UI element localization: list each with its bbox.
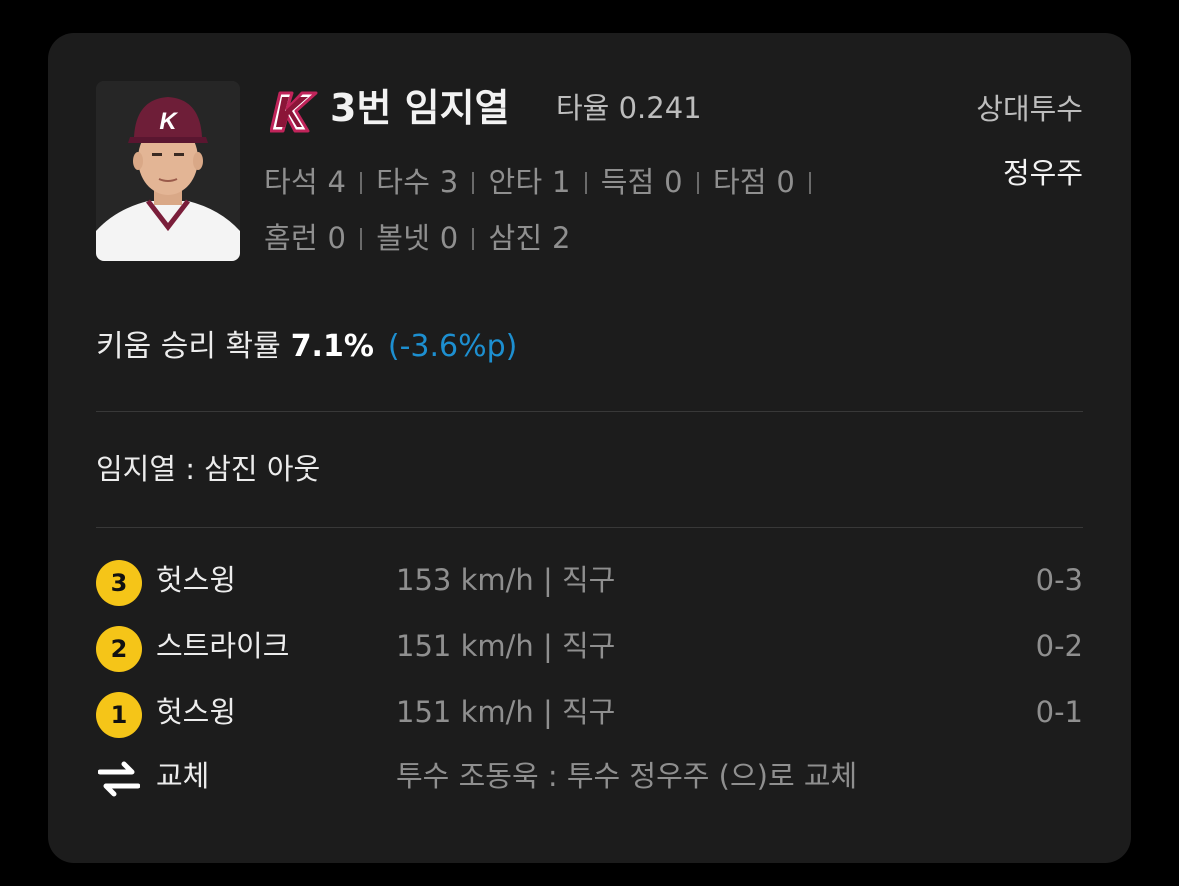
pitch-speed-type: 151 km/h | 직구 [396, 629, 616, 663]
pitch-count: 0-1 [1035, 695, 1083, 729]
pitch-result: 헛스윙 [156, 563, 237, 597]
swap-arrows-icon [98, 761, 140, 797]
pitch-count: 0-2 [1035, 629, 1083, 663]
pitch-speed-type: 153 km/h | 직구 [396, 563, 616, 597]
divider [96, 527, 1083, 528]
substitution-label: 교체 [156, 759, 210, 793]
at-bat-card: K 3번 임지열 타율 0.241 타석 4 타수 3 안타 1 득점 0 타점 0 홈… [48, 33, 1131, 863]
stat-walks: 볼넷 0 [376, 221, 459, 255]
pitch-result: 스트라이크 [156, 629, 290, 663]
pitch-number-badge: 1 [96, 692, 142, 738]
stats-line-1: 타석 4 타수 3 안타 1 득점 0 타점 0 [264, 154, 944, 210]
stat-at-bats: 타수 3 [376, 165, 459, 199]
win-probability-label: 키움 승리 확률 [96, 329, 281, 364]
pitch-row: 1 헛스윙 151 km/h | 직구 0-1 [96, 687, 1083, 738]
player-stats: 타석 4 타수 3 안타 1 득점 0 타점 0 홈런 0 볼넷 0 삼진 2 [264, 154, 944, 266]
stat-separator [584, 172, 587, 194]
svg-text:K: K [159, 108, 178, 135]
pitch-count: 0-3 [1035, 563, 1083, 597]
win-probability: 키움 승리 확률 7.1% (-3.6%p) [96, 326, 517, 368]
stat-separator [696, 172, 699, 194]
stat-strikeouts: 삼진 2 [488, 221, 571, 255]
pitch-number-badge: 2 [96, 626, 142, 672]
player-name: 3번 임지열 [330, 86, 510, 130]
divider [96, 411, 1083, 412]
win-probability-delta: (-3.6%p) [387, 329, 518, 364]
pitch-result: 헛스윙 [156, 695, 237, 729]
stat-separator [809, 172, 812, 194]
stat-separator [360, 172, 363, 194]
stat-runs: 득점 0 [600, 165, 683, 199]
stat-separator [472, 172, 475, 194]
player-photo: K [96, 81, 240, 261]
pitch-row: 3 헛스윙 153 km/h | 직구 0-3 [96, 555, 1083, 606]
substitution-row: 교체 투수 조동욱 : 투수 정우주 (으)로 교체 [96, 751, 1083, 799]
opponent-pitcher-name[interactable]: 정우주 [1003, 153, 1083, 193]
win-probability-value: 7.1% [290, 329, 374, 364]
stat-separator [360, 228, 363, 250]
substitution-detail: 투수 조동욱 : 투수 정우주 (으)로 교체 [396, 759, 858, 793]
player-batting-average: 타율 0.241 [556, 91, 702, 125]
at-bat-result: 임지열 : 삼진 아웃 [96, 452, 321, 486]
stats-line-2: 홈런 0 볼넷 0 삼진 2 [264, 210, 944, 266]
pitch-row: 2 스트라이크 151 km/h | 직구 0-2 [96, 621, 1083, 672]
kiwoom-k-logo-icon [270, 91, 318, 133]
stat-separator [472, 228, 475, 250]
opponent-pitcher-label: 상대투수 [976, 92, 1083, 126]
stat-hits: 안타 1 [488, 165, 571, 199]
pitch-number-badge: 3 [96, 560, 142, 606]
stat-home-runs: 홈런 0 [264, 221, 347, 255]
stat-plate-appearances: 타석 4 [264, 165, 347, 199]
pitch-speed-type: 151 km/h | 직구 [396, 695, 616, 729]
stat-rbi: 타점 0 [712, 165, 796, 199]
